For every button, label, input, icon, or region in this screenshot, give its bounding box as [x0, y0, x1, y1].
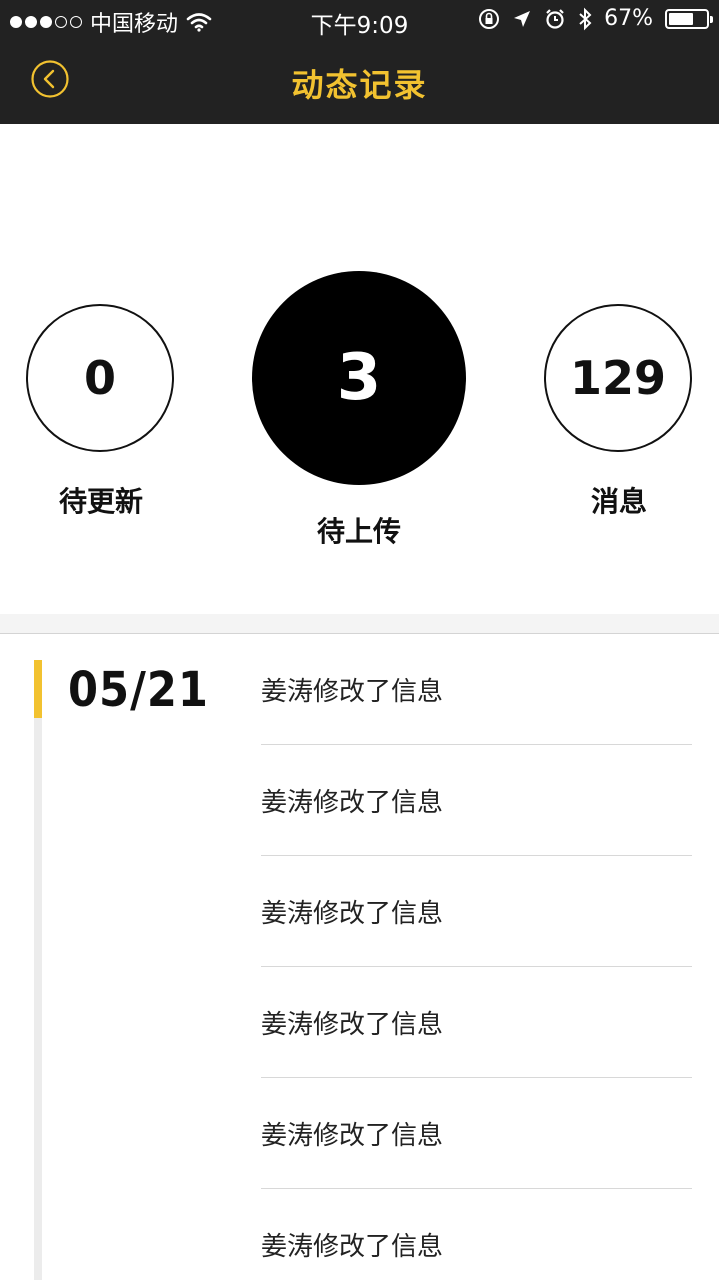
stats-section: 0 待更新 3 待上传 129 消息 [0, 124, 719, 614]
bluetooth-icon [579, 7, 592, 30]
battery-percent: 67% [604, 6, 653, 31]
list-item[interactable]: 姜涛修改了信息 [261, 1189, 692, 1280]
timeline-track [34, 660, 42, 1280]
list-item[interactable]: 姜涛修改了信息 [261, 745, 692, 856]
messages-count: 129 [544, 304, 692, 452]
messages-label: 消息 [590, 485, 647, 518]
battery-fill [669, 12, 693, 25]
stat-messages[interactable]: 129 消息 [544, 304, 694, 520]
section-divider [0, 614, 719, 634]
list-item[interactable]: 姜涛修改了信息 [261, 1078, 692, 1189]
activity-timeline: 05/21 姜涛修改了信息 姜涛修改了信息 姜涛修改了信息 姜涛修改了信息 姜涛… [0, 634, 719, 1280]
location-arrow-icon [514, 10, 531, 27]
rotation-lock-icon [479, 8, 500, 29]
status-bar: 中国移动 下午9:09 67% [0, 0, 719, 40]
timeline-marker [34, 660, 42, 718]
log-list: 姜涛修改了信息 姜涛修改了信息 姜涛修改了信息 姜涛修改了信息 姜涛修改了信息 … [261, 634, 692, 1280]
pending-update-count: 0 [26, 304, 174, 452]
pending-update-label: 待更新 [58, 485, 143, 518]
pending-upload-label: 待上传 [316, 515, 401, 548]
page-title: 动态记录 [291, 66, 428, 104]
battery-icon [665, 8, 713, 29]
list-item[interactable]: 姜涛修改了信息 [261, 856, 692, 967]
timeline-date: 05/21 [68, 662, 209, 718]
stat-pending-upload[interactable]: 3 待上传 [252, 271, 466, 550]
list-item[interactable]: 姜涛修改了信息 [261, 967, 692, 1078]
alarm-icon [546, 8, 564, 29]
pending-upload-count: 3 [252, 271, 466, 485]
stat-pending-update[interactable]: 0 待更新 [26, 304, 176, 520]
status-right: 67% [478, 6, 713, 31]
nav-bar: 动态记录 [0, 40, 719, 124]
list-item[interactable]: 姜涛修改了信息 [261, 634, 692, 745]
